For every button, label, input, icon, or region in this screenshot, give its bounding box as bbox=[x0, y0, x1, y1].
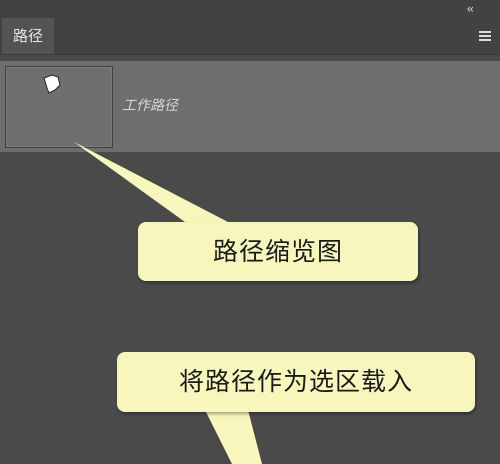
callout-thumbnail: 路径缩览图 bbox=[138, 222, 418, 281]
callout-pointer-load-selection bbox=[205, 410, 262, 464]
callout-load-selection: 将路径作为选区载入 bbox=[117, 352, 475, 412]
callout-pointer-thumbnail bbox=[74, 142, 228, 222]
